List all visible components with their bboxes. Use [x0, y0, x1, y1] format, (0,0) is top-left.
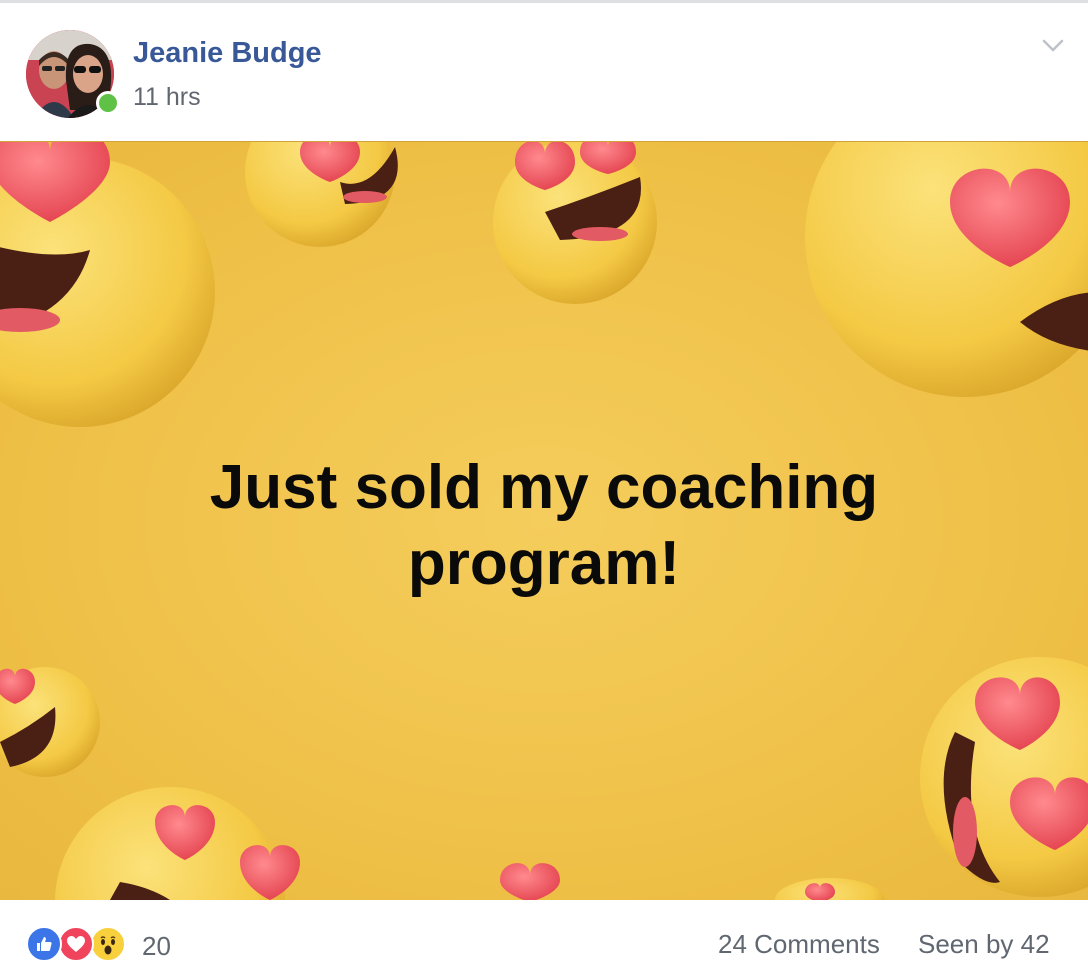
- post-header: Jeanie Budge 11 hrs: [0, 3, 1088, 141]
- post-footer: 20 24 Comments Seen by 42: [0, 900, 1088, 974]
- chevron-down-icon[interactable]: [1040, 33, 1066, 59]
- like-icon: [26, 926, 62, 962]
- wow-icon: [90, 926, 126, 962]
- post-text-line-2: program!: [407, 529, 681, 598]
- post-text-line-1: Just sold my coaching: [209, 453, 879, 522]
- online-status-indicator: [96, 91, 120, 115]
- reaction-icons[interactable]: [26, 926, 136, 962]
- comments-count-link[interactable]: 24 Comments: [718, 929, 880, 960]
- author-name-link[interactable]: Jeanie Budge: [133, 37, 322, 70]
- post-timestamp[interactable]: 11 hrs: [133, 83, 201, 112]
- seen-by-count[interactable]: Seen by 42: [918, 929, 1050, 960]
- love-icon: [58, 926, 94, 962]
- post-text: Just sold my coaching program!: [144, 450, 944, 602]
- reaction-count[interactable]: 20: [142, 931, 171, 962]
- post-background-image[interactable]: Just sold my coaching program!: [0, 141, 1088, 901]
